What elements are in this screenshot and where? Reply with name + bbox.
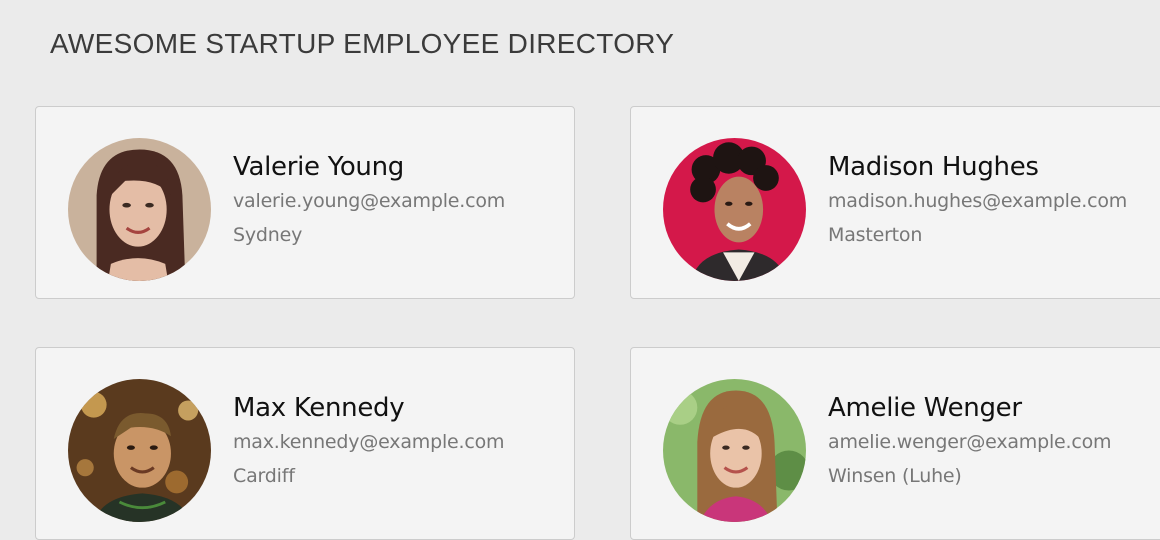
employee-email: max.kennedy@example.com [233,431,505,453]
employee-avatar [663,379,806,522]
employee-card[interactable]: Max Kennedy max.kennedy@example.com Card… [35,347,575,540]
employee-name: Madison Hughes [828,152,1039,182]
employee-name: Max Kennedy [233,393,405,423]
employee-name: Valerie Young [233,152,404,182]
employee-avatar [68,138,211,281]
employee-avatar [68,379,211,522]
page-title: AWESOME STARTUP EMPLOYEE DIRECTORY [50,28,675,59]
employee-location: Winsen (Luhe) [828,465,962,487]
employee-email: amelie.wenger@example.com [828,431,1112,453]
employee-name: Amelie Wenger [828,393,1022,423]
employee-card[interactable]: Amelie Wenger amelie.wenger@example.com … [630,347,1160,540]
employee-location: Masterton [828,224,923,246]
employee-card[interactable]: Valerie Young valerie.young@example.com … [35,106,575,299]
employee-location: Cardiff [233,465,295,487]
employee-location: Sydney [233,224,303,246]
employee-avatar [663,138,806,281]
employee-email: valerie.young@example.com [233,190,506,212]
employee-email: madison.hughes@example.com [828,190,1128,212]
employee-card[interactable]: Madison Hughes madison.hughes@example.co… [630,106,1160,299]
